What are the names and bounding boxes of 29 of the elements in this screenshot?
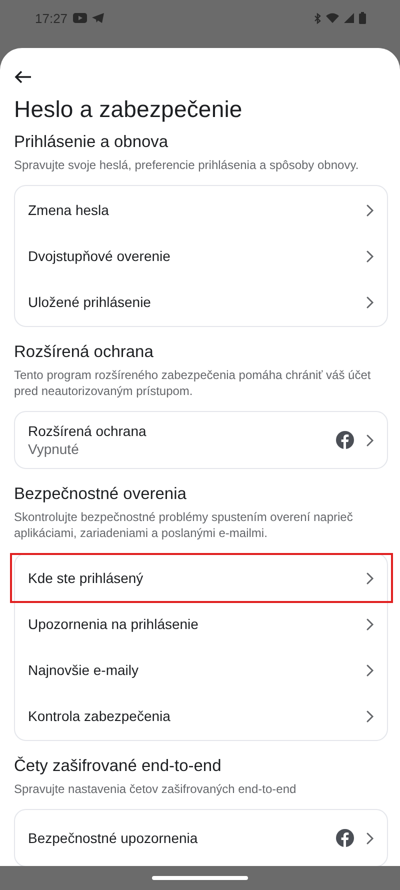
settings-row[interactable]: Dvojstupňové overenie	[15, 233, 387, 279]
row-label: Uložené prihlásenie	[28, 294, 152, 310]
section-description: Spravujte nastavenia četov zašifrovaných end-to-end	[14, 781, 298, 797]
section-description: Spravujte svoje heslá, preferencie prihlásenia a spôsoby obnovy.	[14, 157, 360, 173]
settings-row[interactable]: Bezpečnostné upozornenia	[15, 811, 387, 865]
settings-row[interactable]: Zmena hesla	[15, 187, 387, 233]
section-heading: Čety zašifrované end-to-end	[14, 757, 222, 776]
settings-row[interactable]: Uložené prihlásenie	[15, 279, 387, 325]
section-description: Skontrolujte bezpečnostné problémy spustením overení naprieč aplikáciami, zariadeniami a poslanými e-mailmi.	[14, 509, 354, 541]
row-label: Najnovšie e-maily	[28, 662, 140, 678]
settings-row[interactable]: Upozornenia na prihlásenie	[15, 601, 387, 647]
section-description: Tento program rozšíreného zabezpečenia pomáha chrániť váš účet pred neautorizovaným prístupom.	[14, 367, 372, 399]
row-status: Vypnuté	[28, 441, 80, 457]
row-label: Upozornenia na prihlásenie	[28, 616, 200, 632]
row-label: Rozšírená ochrana	[28, 423, 148, 439]
row-label: Kde ste prihlásený	[28, 570, 144, 586]
section-heading: Prihlásenie a obnova	[14, 133, 170, 152]
settings-row[interactable]: Rozšírená ochrana Vypnuté	[15, 413, 387, 467]
row-label: Dvojstupňové overenie	[28, 248, 172, 264]
row-label: Kontrola zabezpečenia	[28, 708, 172, 724]
section-heading: Rozšírená ochrana	[14, 343, 154, 362]
section-heading: Bezpečnostné overenia	[14, 485, 188, 504]
settings-row[interactable]: Najnovšie e-maily	[15, 647, 387, 693]
row-label: Bezpečnostné upozornenia	[28, 830, 199, 846]
settings-row[interactable]: Kontrola zabezpečenia	[15, 693, 387, 739]
settings-row[interactable]: Kde ste prihlásený	[12, 555, 391, 601]
row-label: Zmena hesla	[28, 202, 110, 218]
page-title: Heslo a zabezpečenie	[14, 96, 244, 123]
status-time: 17:27	[35, 10, 68, 26]
